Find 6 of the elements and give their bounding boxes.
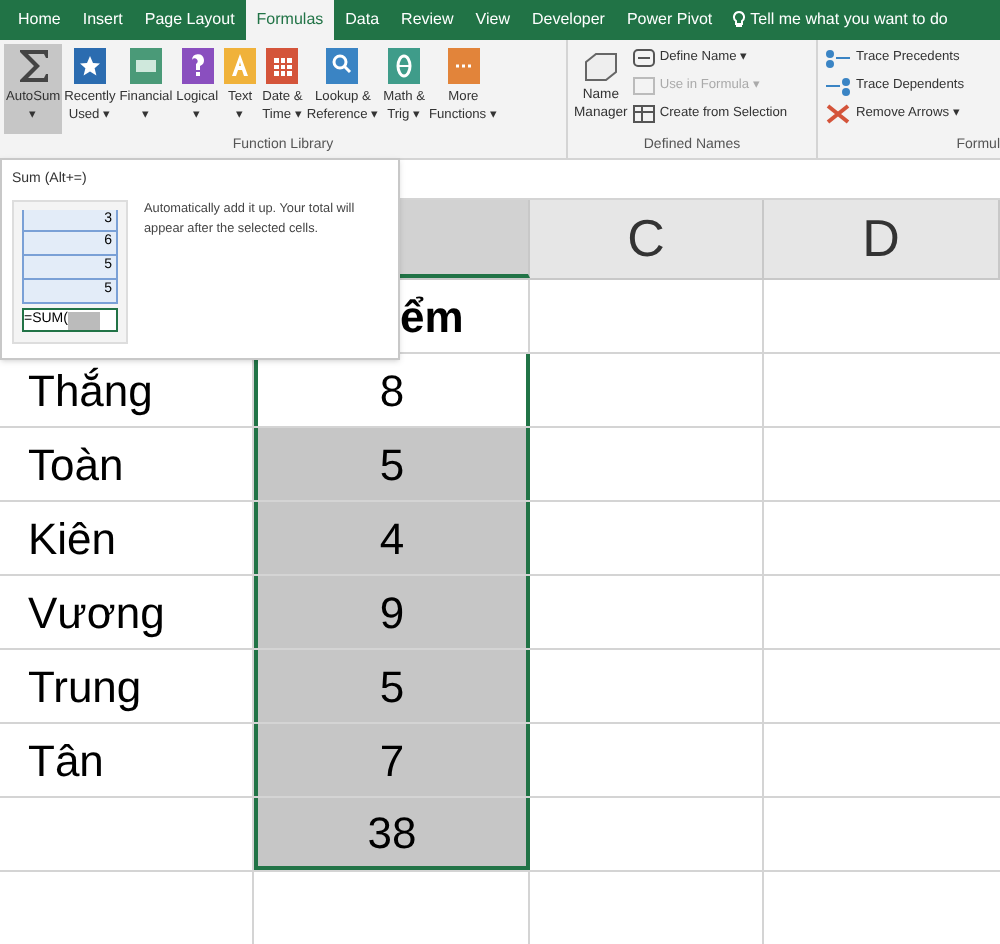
table-cell: 7 bbox=[254, 724, 530, 796]
table-cell: 5 bbox=[254, 428, 530, 500]
table-cell: 4 bbox=[254, 502, 530, 574]
table-cell: 5 bbox=[254, 650, 530, 722]
table-cell: 9 bbox=[254, 576, 530, 648]
table-cell: 38 bbox=[254, 798, 530, 870]
